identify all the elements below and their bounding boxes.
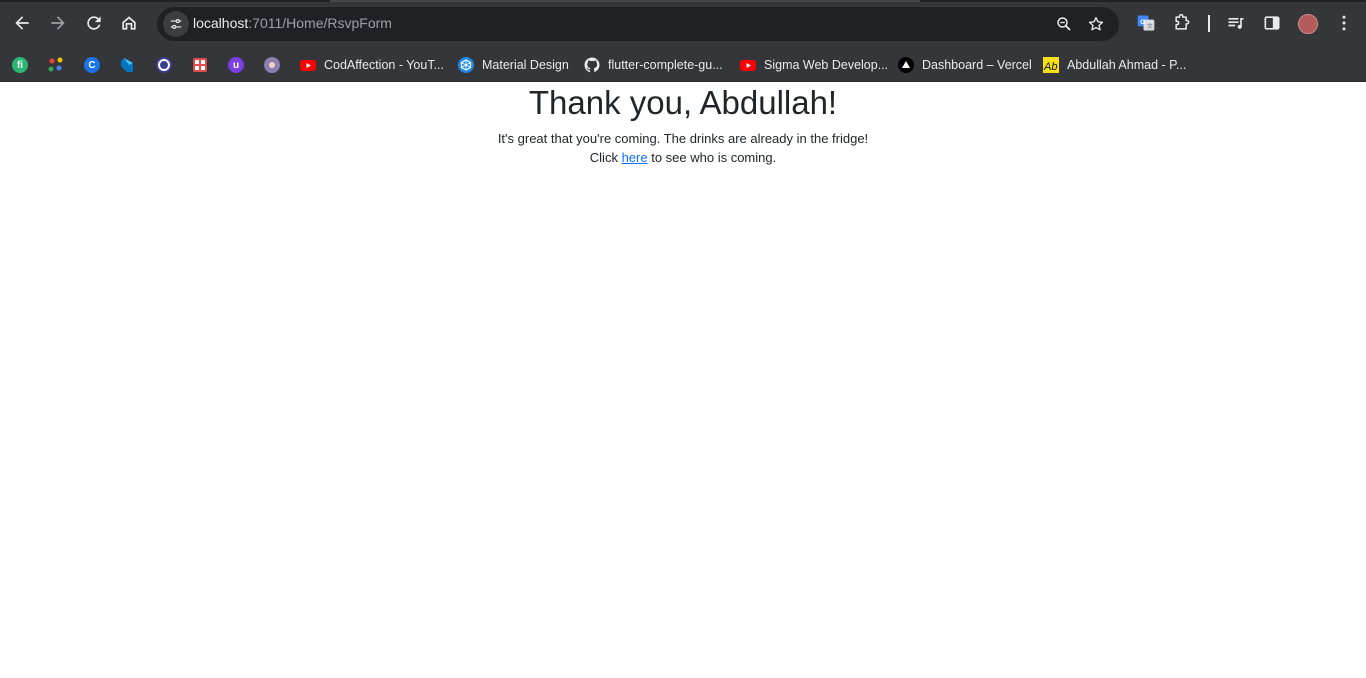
tune-icon — [170, 19, 182, 29]
zoom-button[interactable] — [1053, 13, 1075, 35]
guest-list-link[interactable]: here — [622, 150, 648, 165]
bookmark-item[interactable] — [48, 52, 64, 78]
browser-toolbar: localhost:7011/Home/RsvpForm G文 — [0, 0, 1366, 47]
u-logo-icon: u — [228, 57, 244, 73]
vercel-icon — [898, 57, 914, 73]
bookmark-vercel-dashboard[interactable]: Dashboard – Vercel — [898, 52, 1032, 78]
material-design-icon — [458, 57, 474, 73]
bookmark-star-button[interactable] — [1085, 13, 1107, 35]
click-prefix: Click — [589, 150, 622, 165]
side-panel-button[interactable] — [1261, 12, 1283, 34]
browser-menu-button[interactable] — [1333, 12, 1355, 34]
c-logo-icon: C — [84, 57, 100, 73]
bookmark-label: CodAffection - YouT... — [324, 58, 444, 72]
avatar-logo-icon — [264, 57, 280, 73]
puzzle-icon — [1175, 13, 1190, 30]
guest-list-line: Click here to see who is coming. — [0, 148, 1366, 167]
side-panel-icon — [1264, 16, 1280, 30]
url-text[interactable]: localhost:7011/Home/RsvpForm — [193, 15, 392, 31]
ah-logo-icon: Ab — [1043, 57, 1059, 73]
bookmark-item[interactable] — [120, 52, 136, 78]
home-button[interactable] — [114, 8, 144, 38]
dots-logo-icon — [48, 57, 63, 72]
page-title: Thank you, Abdullah! — [528, 84, 838, 121]
bookmark-item[interactable]: u — [228, 52, 244, 78]
bookmark-item[interactable] — [192, 52, 208, 78]
address-bar[interactable]: localhost:7011/Home/RsvpForm — [157, 7, 1119, 41]
reload-icon — [87, 16, 101, 30]
page-content: Thank you, Abdullah! It's great that you… — [0, 82, 1366, 678]
bookmark-item[interactable]: fi — [12, 52, 28, 78]
grid-logo-icon — [193, 58, 207, 72]
profile-avatar[interactable] — [1298, 14, 1318, 34]
svg-text:Ab: Ab — [1043, 61, 1057, 73]
bookmark-sigma-web-development[interactable]: Sigma Web Develop... — [740, 52, 888, 78]
bookmark-abdullah-ahmad[interactable]: Ab Abdullah Ahmad - P... — [1043, 52, 1186, 78]
home-icon — [122, 16, 136, 30]
star-icon — [1088, 16, 1104, 31]
click-suffix: to see who is coming. — [647, 150, 777, 165]
google-translate-icon: G文 — [1137, 15, 1155, 31]
bookmark-item[interactable]: C — [84, 52, 100, 78]
dart-logo-icon — [121, 58, 133, 72]
bookmark-item[interactable] — [264, 52, 280, 78]
bookmark-label: Dashboard – Vercel — [922, 58, 1032, 72]
github-icon — [584, 57, 600, 73]
bookmark-codaffection[interactable]: CodAffection - YouT... — [300, 52, 444, 78]
fh-logo-icon: fi — [12, 57, 28, 73]
kebab-menu-icon — [1342, 15, 1346, 31]
tab-strip-edge — [0, 0, 1366, 2]
toolbar-divider — [1208, 15, 1210, 32]
bookmark-item[interactable] — [156, 52, 172, 78]
confirmation-text: It's great that you're coming. The drink… — [497, 131, 869, 146]
circle-logo-icon — [156, 57, 172, 73]
confirmation-message: It's great that you're coming. The drink… — [0, 129, 1366, 167]
bookmarks-bar: fi C u CodAffection - YouT... Material D… — [0, 47, 1366, 82]
youtube-icon — [740, 60, 756, 71]
arrow-left-icon — [15, 16, 29, 30]
bookmark-label: Material Design — [482, 58, 569, 72]
reload-button[interactable] — [79, 8, 109, 38]
bookmark-label: flutter-complete-gu... — [608, 58, 723, 72]
svg-text:G: G — [1140, 19, 1145, 26]
translate-extension[interactable]: G文 — [1135, 12, 1157, 34]
url-host: localhost — [193, 15, 249, 31]
svg-text:文: 文 — [1147, 22, 1153, 30]
extensions-button[interactable] — [1171, 12, 1193, 34]
back-button[interactable] — [7, 8, 37, 38]
youtube-icon — [300, 60, 316, 71]
site-info-button[interactable] — [163, 11, 189, 37]
media-queue-icon — [1228, 18, 1244, 29]
bookmark-material-design[interactable]: Material Design — [458, 52, 569, 78]
bookmark-flutter-complete-guide[interactable]: flutter-complete-gu... — [584, 52, 723, 78]
url-path: :7011/Home/RsvpForm — [248, 15, 392, 31]
bookmark-label: Abdullah Ahmad - P... — [1067, 58, 1187, 72]
arrow-right-icon — [51, 16, 65, 30]
zoom-icon — [1057, 17, 1071, 31]
forward-button[interactable] — [43, 8, 73, 38]
bookmark-label: Sigma Web Develop... — [764, 58, 889, 72]
media-queue-button[interactable] — [1225, 12, 1247, 34]
